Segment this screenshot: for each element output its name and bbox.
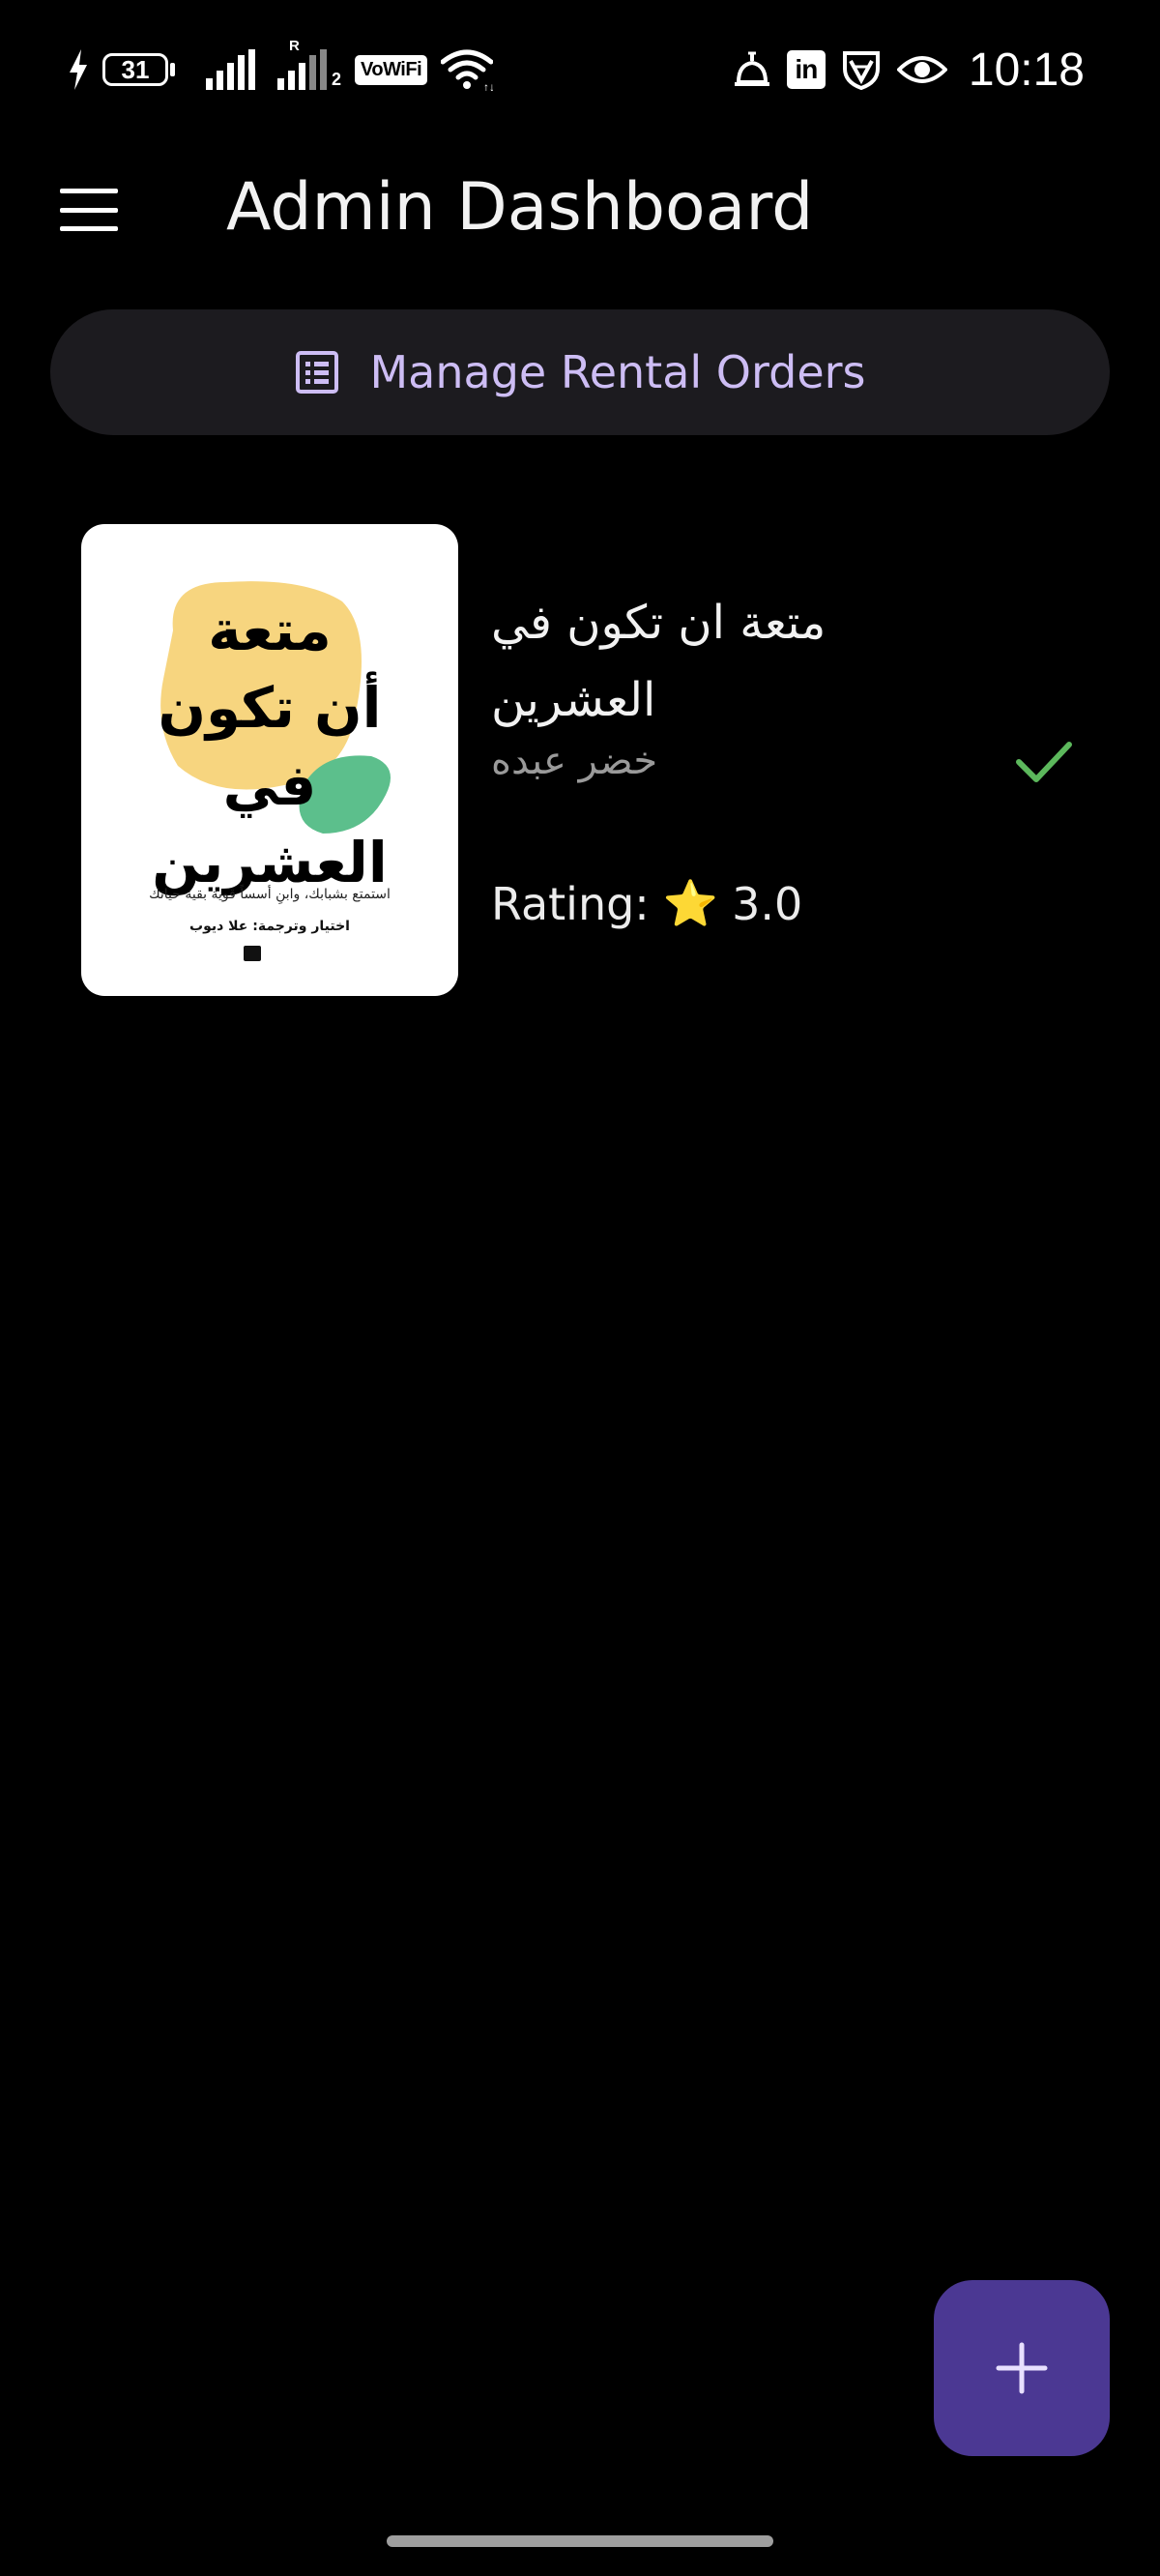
status-bar-left: 31 R 2 VoWiFi ↑↓ xyxy=(68,38,494,99)
status-clock: 10:18 xyxy=(968,44,1085,96)
wifi-icon: ↑↓ xyxy=(441,49,494,91)
cover-translator: اختيار وترجمة: علا ديوب xyxy=(189,919,350,934)
gesture-navigation-bar[interactable] xyxy=(387,2535,773,2547)
page-title: Admin Dashboard xyxy=(226,169,814,246)
cover-title-line: أن تكون xyxy=(158,675,382,741)
star-icon: ⭐ xyxy=(662,877,719,929)
roaming-indicator: R xyxy=(289,38,300,54)
menu-button[interactable] xyxy=(39,176,135,244)
svg-text:↑↓: ↑↓ xyxy=(483,80,493,91)
list-alt-icon xyxy=(296,351,339,394)
book-author: خضر عبده xyxy=(491,739,658,783)
status-bar: 31 R 2 VoWiFi ↑↓ in 10:18 xyxy=(0,0,1160,135)
book-rating: Rating: ⭐ 3.0 xyxy=(491,877,802,930)
alarm-icon xyxy=(734,51,769,86)
linkedin-icon: in xyxy=(786,50,826,89)
eye-icon xyxy=(896,56,947,83)
hamburger-menu-icon xyxy=(39,189,120,231)
manage-rental-orders-button[interactable]: Manage Rental Orders xyxy=(50,309,1110,435)
status-bar-right: in 10:18 xyxy=(733,41,1085,99)
manage-rental-orders-label: Manage Rental Orders xyxy=(369,346,866,398)
sim-number: 2 xyxy=(332,69,342,89)
book-list-item[interactable]: متعة أن تكون في العشرين استمتع بشبابك، و… xyxy=(81,524,1087,998)
cover-title-line: متعة xyxy=(208,598,332,663)
plus-icon xyxy=(996,2342,1048,2394)
cover-title: متعة أن تكون في العشرين xyxy=(81,592,458,901)
publisher-logo-icon xyxy=(244,946,261,961)
battery-level: 31 xyxy=(102,53,168,86)
vpn-shield-icon xyxy=(842,51,880,90)
check-icon[interactable] xyxy=(1009,727,1077,795)
add-book-fab[interactable] xyxy=(934,2280,1110,2456)
cover-title-line: في xyxy=(222,752,317,818)
hamburger-line xyxy=(60,226,118,231)
signal-icon xyxy=(206,49,255,90)
vowifi-icon: VoWiFi xyxy=(355,54,428,85)
hamburger-line xyxy=(60,207,118,213)
charging-bolt-icon xyxy=(70,49,87,90)
battery-tip xyxy=(170,63,175,76)
rating-value: 3.0 xyxy=(732,877,803,930)
book-title-text: متعة ان تكون في العشرين xyxy=(491,596,826,727)
book-cover-image: متعة أن تكون في العشرين استمتع بشبابك، و… xyxy=(81,524,458,996)
signal-roaming-icon: R xyxy=(277,38,328,90)
rating-label: Rating: xyxy=(491,877,650,930)
cover-subtitle: استمتع بشبابك، وابنِ أسساً قوية بقية حيا… xyxy=(149,887,391,902)
app-bar: Admin Dashboard xyxy=(0,145,1160,271)
book-title: متعة ان تكون في العشرين xyxy=(491,584,897,739)
hamburger-line xyxy=(60,189,118,193)
battery-icon: 31 xyxy=(102,53,175,86)
